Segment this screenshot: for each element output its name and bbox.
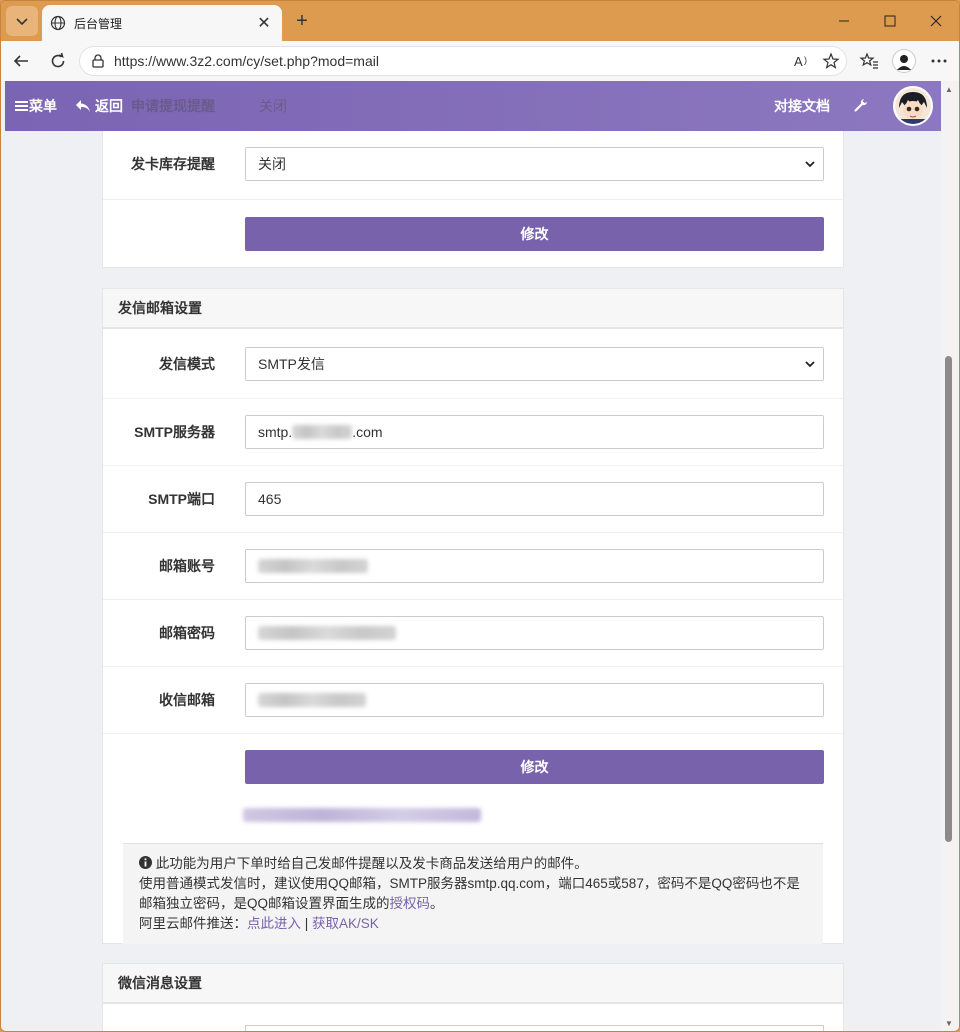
- back-arrow-icon[interactable]: [9, 49, 33, 73]
- help-text-1: 此功能为用户下单时给自己发邮件提醒以及发卡商品发送给用户的邮件。: [155, 856, 588, 871]
- redacted-text: [258, 626, 396, 640]
- stock-submit-row: 修改: [103, 199, 843, 268]
- stock-alert-select[interactable]: 关闭: [245, 147, 824, 181]
- mode-label: 发信模式: [159, 356, 215, 372]
- browser-window: 后台管理 ✕ + https://www.3z2.com/cy/set.php?…: [0, 0, 960, 1032]
- scroll-down-icon[interactable]: ▼: [945, 1019, 953, 1028]
- docs-link[interactable]: 对接文档: [774, 81, 830, 131]
- back-label: 返回: [95, 98, 123, 114]
- tab-title: 后台管理: [74, 16, 123, 31]
- help-line-2: 使用普通模式发信时，建议使用QQ邮箱，SMTP服务器smtp.qq.com，端口…: [139, 874, 807, 914]
- url-text[interactable]: https://www.3z2.com/cy/set.php?mod=mail: [114, 53, 790, 69]
- chevron-down-icon: [805, 161, 815, 168]
- password-label: 邮箱密码: [159, 625, 215, 641]
- server-row: SMTP服务器 smtp. .com: [103, 398, 843, 465]
- help-text-2: 使用普通模式发信时，建议使用QQ邮箱，SMTP服务器smtp.qq.com，端口…: [139, 876, 800, 911]
- address-bar[interactable]: https://www.3z2.com/cy/set.php?mod=mail …: [79, 46, 847, 76]
- redacted-link[interactable]: [243, 808, 481, 822]
- page-viewport: 菜单 返回 申请提现提醒 关闭 对接文档 发卡库存提醒 关闭 修改 发信邮箱设置…: [1, 81, 941, 1031]
- minimize-icon[interactable]: [821, 1, 867, 41]
- favorites-icon[interactable]: [857, 49, 881, 73]
- maximize-icon[interactable]: [867, 1, 913, 41]
- notify-settings-panel: 发卡库存提醒 关闭 修改: [102, 131, 844, 268]
- tab-actions-menu-icon[interactable]: [6, 6, 38, 36]
- chevron-down-icon: [805, 361, 815, 368]
- new-tab-icon[interactable]: +: [290, 9, 314, 33]
- password-input[interactable]: [245, 616, 824, 650]
- port-input[interactable]: 465: [245, 482, 824, 516]
- redacted-text: [258, 559, 368, 573]
- reply-arrow-icon: [76, 100, 90, 112]
- mail-panel-title: 发信邮箱设置: [103, 289, 843, 329]
- server-suffix: .com: [352, 424, 383, 440]
- back-button[interactable]: 返回: [75, 81, 123, 131]
- server-prefix: smtp.: [258, 424, 293, 440]
- stock-alert-value: 关闭: [258, 156, 286, 172]
- receiver-label: 收信邮箱: [159, 692, 215, 708]
- receiver-input[interactable]: [245, 683, 824, 717]
- server-label: SMTP服务器: [134, 424, 215, 440]
- wechat-panel-title: 微信消息设置: [103, 964, 843, 1004]
- more-menu-icon[interactable]: [927, 49, 951, 73]
- aliyun-enter-link[interactable]: 点此进入: [247, 916, 301, 931]
- refresh-icon[interactable]: [46, 49, 70, 73]
- help-text-2-end: 。: [430, 896, 444, 911]
- read-aloud-icon[interactable]: A): [790, 48, 816, 74]
- mode-row: 发信模式 SMTP发信: [103, 331, 843, 398]
- auth-code-link[interactable]: 授权码: [390, 896, 431, 911]
- user-avatar[interactable]: [893, 86, 933, 126]
- stock-submit-button[interactable]: 修改: [245, 217, 824, 251]
- menu-label: 菜单: [29, 98, 57, 114]
- mode-value: SMTP发信: [258, 356, 325, 372]
- mail-help-note: 此功能为用户下单时给自己发邮件提醒以及发卡商品发送给用户的邮件。 使用普通模式发…: [123, 843, 823, 944]
- profile-avatar-icon[interactable]: [892, 49, 916, 73]
- info-icon: [139, 856, 152, 869]
- mail-submit-button[interactable]: 修改: [245, 750, 824, 784]
- port-label: SMTP端口: [148, 491, 215, 507]
- scrollbar-thumb[interactable]: [945, 356, 952, 842]
- globe-icon: [50, 15, 66, 31]
- mail-settings-panel: 发信邮箱设置 发信模式 SMTP发信 SMTP服务器 smtp. .com SM…: [102, 288, 844, 944]
- hamburger-icon: [15, 101, 28, 111]
- redacted-text: [258, 693, 366, 707]
- close-tab-icon[interactable]: ✕: [254, 13, 274, 33]
- tab-bar: 后台管理 ✕ +: [1, 1, 959, 41]
- redacted-text: [292, 425, 353, 439]
- lock-icon[interactable]: [90, 53, 106, 69]
- help-text-3: 阿里云邮件推送：: [139, 916, 247, 931]
- port-row: SMTP端口 465: [103, 465, 843, 532]
- help-line-1: 此功能为用户下单时给自己发邮件提醒以及发卡商品发送给用户的邮件。: [139, 854, 807, 874]
- mode-select[interactable]: SMTP发信: [245, 347, 824, 381]
- receiver-row: 收信邮箱: [103, 666, 843, 733]
- aksk-link[interactable]: 获取AK/SK: [312, 916, 379, 931]
- account-row: 邮箱账号: [103, 532, 843, 599]
- menu-button[interactable]: 菜单: [15, 81, 57, 131]
- svg-text:): ): [804, 55, 807, 65]
- port-value: 465: [258, 491, 282, 507]
- browser-tab[interactable]: 后台管理 ✕: [42, 5, 282, 41]
- server-input[interactable]: smtp. .com: [245, 415, 824, 449]
- mail-submit-row: 修改: [103, 733, 843, 843]
- account-input[interactable]: [245, 549, 824, 583]
- stock-alert-row: 发卡库存提醒 关闭: [103, 131, 843, 198]
- wrench-icon[interactable]: [853, 81, 869, 131]
- wechat-settings-panel: 微信消息设置: [102, 963, 844, 1031]
- page-scrollbar[interactable]: ▲ ▼: [941, 81, 959, 1031]
- account-label: 邮箱账号: [159, 558, 215, 574]
- svg-text:A: A: [794, 54, 803, 68]
- password-row: 邮箱密码: [103, 599, 843, 666]
- stock-alert-label: 发卡库存提醒: [131, 156, 215, 172]
- link-separator: |: [301, 916, 313, 931]
- favorite-star-icon[interactable]: [818, 48, 844, 74]
- scroll-up-icon[interactable]: ▲: [945, 85, 953, 94]
- address-toolbar: https://www.3z2.com/cy/set.php?mod=mail …: [1, 41, 959, 81]
- close-window-icon[interactable]: [913, 1, 959, 41]
- wechat-first-input[interactable]: [245, 1025, 824, 1031]
- hidden-row-value: 关闭: [259, 98, 287, 114]
- help-line-3: 阿里云邮件推送：点此进入 | 获取AK/SK: [139, 914, 807, 934]
- app-header: 菜单 返回 申请提现提醒 关闭 对接文档: [5, 81, 941, 131]
- hidden-row-label: 申请提现提醒: [131, 98, 215, 114]
